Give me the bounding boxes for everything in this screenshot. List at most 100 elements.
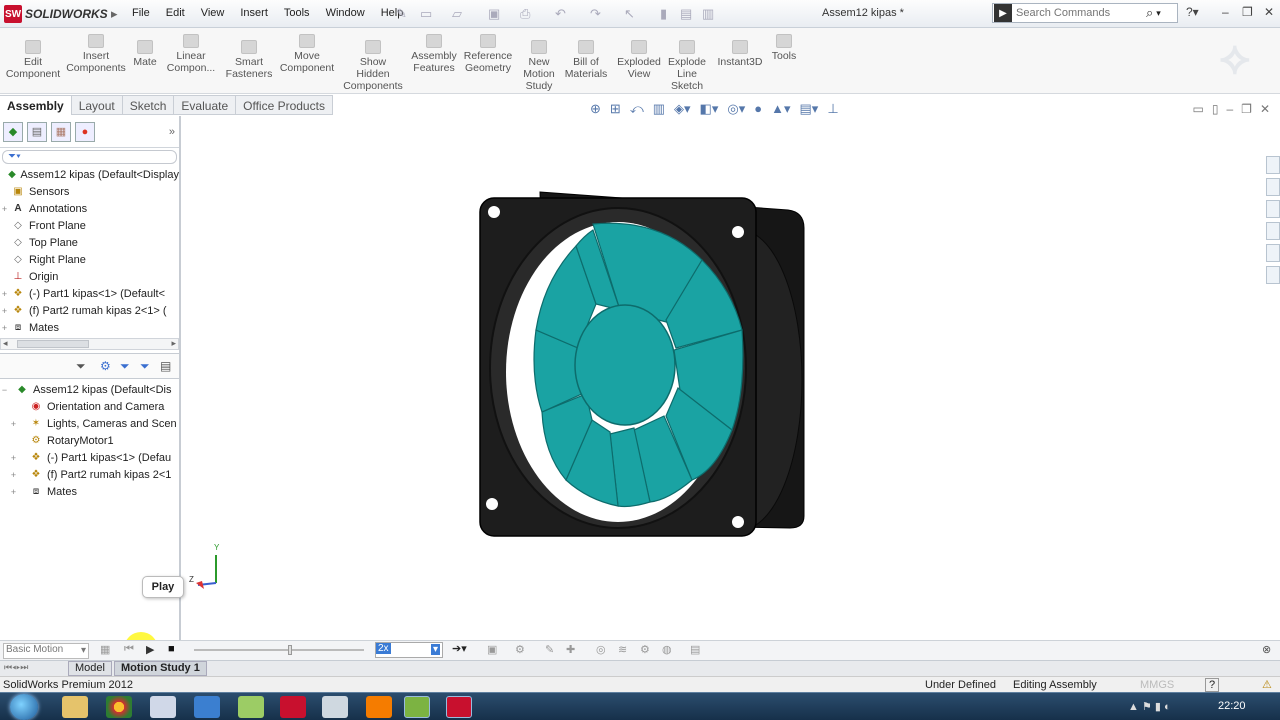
restore-button[interactable]: ❐ [1242, 5, 1253, 19]
study-type-select[interactable]: Basic Motion ▾ [3, 643, 89, 659]
view-settings-icon[interactable]: ▤▾ [800, 101, 819, 117]
start-button-icon[interactable] [10, 694, 38, 720]
open-document-icon[interactable]: ▱ [452, 6, 462, 22]
explorer-taskbar-icon[interactable] [62, 696, 88, 718]
thunderbird-taskbar-icon[interactable] [194, 696, 220, 718]
motion-item-orientation[interactable]: ◉ Orientation and Camera [0, 398, 179, 415]
tools-button[interactable]: Tools [768, 34, 800, 62]
tab-layout[interactable]: Layout [71, 95, 123, 115]
show-hidden-components-button[interactable]: Show Hidden Components [342, 40, 404, 92]
tree-item-annotations[interactable]: + A Annotations [0, 200, 179, 217]
section-view-icon[interactable]: ▥ [653, 101, 665, 117]
solidworks-active-taskbar-icon[interactable] [446, 696, 472, 718]
tree-item-front-plane[interactable]: ◇ Front Plane [0, 217, 179, 234]
rotate-view-icon[interactable]: ⊥ [827, 101, 838, 117]
save-icon[interactable]: ▣ [488, 6, 500, 22]
calculate-icon[interactable]: ▦ [100, 643, 110, 656]
print-icon[interactable]: ⎙ [520, 6, 530, 22]
gravity-icon[interactable]: ◍ [662, 643, 672, 656]
play-icon[interactable]: ▶ [146, 643, 154, 656]
document-taskbar-icon[interactable] [150, 696, 176, 718]
view-palette-tab-icon[interactable] [1266, 222, 1280, 240]
play-from-start-icon[interactable]: ⏮ [124, 643, 134, 656]
bill-of-materials-button[interactable]: Bill of Materials [562, 40, 610, 80]
tree-expander[interactable]: + [0, 289, 9, 299]
move-component-button[interactable]: Move Component [278, 34, 336, 74]
taskbar-clock[interactable]: 22:20 [1218, 700, 1246, 712]
tree-item-sensors[interactable]: ▣ Sensors [0, 183, 179, 200]
tab-evaluate[interactable]: Evaluate [174, 95, 237, 115]
tree-item-mates[interactable]: + ⧈ Mates [0, 319, 179, 336]
viewport-restore-icon[interactable]: ❐ [1241, 102, 1252, 116]
edit-component-button[interactable]: Edit Component [5, 40, 61, 80]
fan-model[interactable] [470, 180, 820, 550]
menu-tools[interactable]: Tools [276, 6, 318, 20]
tree-item-part1[interactable]: + ❖ (-) Part1 kipas<1> (Default< [0, 285, 179, 302]
options-icon[interactable]: ▥ [702, 6, 714, 22]
hide-show-items-icon[interactable]: ◎▾ [727, 101, 745, 117]
filter-results-icon[interactable]: ⏷ [140, 359, 150, 374]
help-icon[interactable]: ?▾ [1186, 5, 1199, 19]
tab-office-products[interactable]: Office Products [236, 95, 333, 115]
spring-icon[interactable]: ≋ [618, 643, 627, 656]
new-motion-study-button[interactable]: New Motion Study [520, 40, 558, 92]
apply-scene-icon[interactable]: ▲▾ [771, 101, 790, 117]
insert-components-button[interactable]: Insert Components [66, 34, 126, 74]
camtasia-taskbar-icon[interactable] [404, 696, 430, 718]
app-taskbar-icon[interactable] [238, 696, 264, 718]
solidworks-taskbar-icon[interactable] [280, 696, 306, 718]
viewport-split-icon[interactable]: ▯ [1212, 102, 1219, 116]
motor-icon[interactable]: ◎ [596, 643, 606, 656]
viewport-minimize-icon[interactable]: – [1226, 102, 1233, 116]
tab-nav-first-icon[interactable]: ⏮◂▸⏭ [4, 662, 28, 673]
chrome-taskbar-icon[interactable] [106, 696, 132, 718]
display-manager-tab-icon[interactable]: ● [75, 121, 95, 142]
smart-fasteners-button[interactable]: Smart Fasteners [222, 40, 276, 80]
view-orientation-icon[interactable]: ◈▾ [674, 101, 691, 117]
feature-tree-tab-icon[interactable]: ◆ [3, 121, 23, 142]
tree-expander[interactable]: + [0, 419, 27, 429]
viewport-single-icon[interactable]: ▭ [1193, 102, 1204, 116]
tree-item-origin[interactable]: ⊥ Origin [0, 268, 179, 285]
status-units[interactable]: MMGS [1140, 679, 1174, 691]
scroll-right-icon[interactable]: ▸ [171, 338, 176, 349]
contact-icon[interactable]: ⚙ [640, 643, 650, 656]
vlc-taskbar-icon[interactable] [366, 696, 392, 718]
previous-view-icon[interactable]: ⤺ [630, 101, 644, 117]
tree-expander[interactable]: + [0, 470, 27, 480]
expand-panel-icon[interactable]: » [169, 126, 175, 138]
viewport-close-icon[interactable]: ✕ [1260, 102, 1270, 116]
search-commands[interactable]: ▶ ⌕ ▾ [992, 3, 1178, 23]
tree-expander[interactable]: − [0, 385, 9, 395]
file-properties-icon[interactable]: ▤ [680, 6, 692, 22]
design-library-tab-icon[interactable] [1266, 178, 1280, 196]
scroll-left-icon[interactable]: ◂ [3, 338, 8, 349]
explode-line-sketch-button[interactable]: Explode Line Sketch [666, 40, 708, 92]
motion-item-part1[interactable]: + ❖ (-) Part1 kipas<1> (Defau [0, 449, 179, 466]
tree-item-part2[interactable]: + ❖ (f) Part2 rumah kipas 2<1> ( [0, 302, 179, 319]
status-help[interactable]: ? [1205, 678, 1220, 692]
tab-motion-study-1[interactable]: Motion Study 1 [114, 661, 207, 676]
tab-model[interactable]: Model [68, 661, 112, 676]
collapse-motion-manager-icon[interactable]: ⊗ [1262, 643, 1271, 656]
motion-item-mates[interactable]: + ⧈ Mates [0, 483, 179, 500]
search-icon[interactable]: ⌕ [1146, 5, 1153, 21]
tree-item-right-plane[interactable]: ◇ Right Plane [0, 251, 179, 268]
reference-geometry-button[interactable]: Reference Geometry [462, 34, 514, 74]
tree-item-assembly[interactable]: ◆ Assem12 kipas (Default<Display [0, 166, 179, 183]
redo-icon[interactable]: ↷ [590, 6, 601, 22]
zoom-to-fit-icon[interactable]: ⊕ [590, 101, 601, 117]
menu-edit[interactable]: Edit [158, 6, 193, 20]
filter-selected-icon[interactable]: ⏷ [120, 359, 130, 374]
close-button[interactable]: ✕ [1264, 5, 1274, 19]
status-rebuild-icon[interactable]: ⚠ [1262, 678, 1272, 691]
tree-item-top-plane[interactable]: ◇ Top Plane [0, 234, 179, 251]
tray-icons[interactable]: ▲ ⚑ ▮ ◐ [1128, 700, 1171, 713]
pin-icon[interactable]: ▸ [111, 6, 118, 22]
minimize-button[interactable]: – [1222, 5, 1229, 19]
notepad-taskbar-icon[interactable] [322, 696, 348, 718]
motion-item-rotary-motor[interactable]: ⚙ RotaryMotor1 [0, 432, 179, 449]
playback-slider-knob[interactable] [288, 645, 292, 655]
menu-file[interactable]: File [124, 6, 158, 20]
playback-mode-icon[interactable]: ➔▾ [452, 642, 467, 655]
